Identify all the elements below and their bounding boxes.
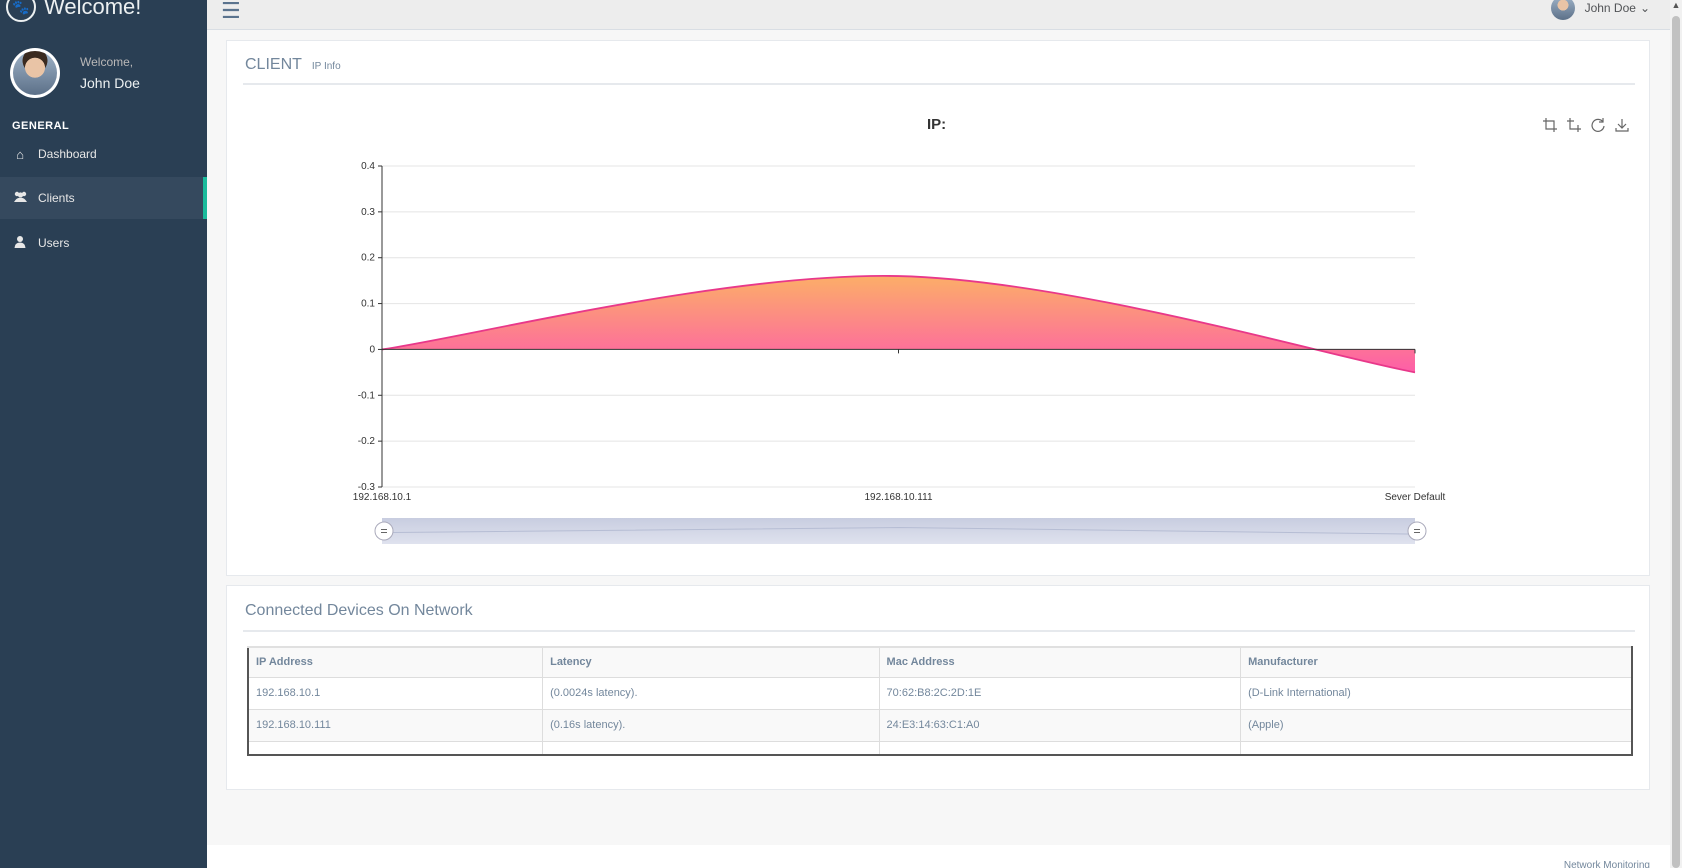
x-tick-label: 192.168.10.111 (864, 492, 932, 503)
user-menu[interactable]: John Doe ⌄ (1550, 0, 1650, 20)
sidebar-item-clients[interactable]: Clients (0, 177, 207, 219)
table-header-row: IP Address Latency Mac Address Manufactu… (247, 646, 1633, 678)
cell-manufacturer: (D-Link International) (1240, 676, 1633, 710)
table-row[interactable]: 192.168.10.1 (0.0024s latency). 70:62:B8… (247, 676, 1633, 710)
zoom-handle (374, 521, 394, 541)
y-tick-label: -0.1 (358, 390, 376, 401)
scrollbar-thumb[interactable] (1672, 16, 1680, 868)
client-panel: CLIENT IP Info IP: 0.4 0.3 0.2 0.1 0 -0.… (226, 40, 1650, 576)
sidebar-item-users[interactable]: Users (0, 222, 207, 264)
profile: Welcome, John Doe (10, 48, 140, 98)
zoom-handle (1407, 521, 1427, 541)
top-navbar: ☰ John Doe ⌄ (207, 0, 1670, 30)
y-tick-label: -0.2 (358, 436, 376, 447)
table-row[interactable]: 192.168.10.111 (0.16s latency). 24:E3:14… (247, 708, 1633, 742)
avatar (10, 48, 60, 98)
footer-text: Network Monitoring (1563, 860, 1650, 868)
section-title: GENERAL (12, 120, 70, 132)
menu-toggle-icon[interactable]: ☰ (221, 0, 241, 24)
sidebar-item-label: Dashboard (38, 147, 97, 161)
table-row-empty (247, 740, 1633, 756)
y-tick-label: 0.1 (361, 299, 375, 310)
panel-title-text: Connected Devices On Network (245, 602, 473, 619)
sidebar-item-label: Clients (38, 191, 75, 205)
cell-latency: (0.16s latency). (542, 708, 880, 742)
sidebar-item-dashboard[interactable]: ⌂ Dashboard (0, 133, 207, 175)
area-chart[interactable]: 0.40.30.20.10-0.1-0.2-0.3192.168.10.1 192… (227, 41, 1651, 577)
column-header-latency[interactable]: Latency (542, 646, 880, 678)
cell-ip: 192.168.10.1 (247, 676, 544, 710)
x-tick-label: Sever Default (1385, 492, 1446, 503)
y-tick-label: 0.3 (361, 207, 375, 218)
x-tick-label: 192.168.10.1 (353, 492, 412, 503)
paw-icon: 🐾 (6, 0, 36, 22)
avatar (1550, 0, 1575, 20)
scrollbar[interactable]: ▲ (1670, 0, 1682, 868)
brand[interactable]: 🐾 Welcome! (6, 0, 141, 22)
cell-latency: (0.0024s latency). (542, 676, 880, 710)
cell-mac: 24:E3:14:63:C1:A0 (878, 708, 1242, 742)
chevron-down-icon: ⌄ (1639, 1, 1650, 15)
profile-name: John Doe (80, 75, 140, 91)
home-icon: ⌂ (16, 146, 24, 162)
sidebar-item-label: Users (38, 236, 70, 250)
brand-title: Welcome! (44, 0, 142, 19)
series-area-fill (382, 275, 1415, 373)
data-zoom-slider[interactable] (374, 518, 1427, 544)
user-menu-name: John Doe (1584, 1, 1636, 15)
panel-title: Connected Devices On Network (245, 602, 473, 620)
user-icon (12, 235, 28, 251)
y-tick-label: 0.2 (361, 253, 375, 264)
column-header-manufacturer[interactable]: Manufacturer (1240, 646, 1633, 678)
welcome-text: Welcome, (80, 55, 134, 69)
column-header-ip[interactable]: IP Address (247, 646, 544, 678)
users-icon (12, 191, 28, 206)
cell-mac: 70:62:B8:2C:2D:1E (878, 676, 1242, 710)
chart-series-area (381, 275, 1416, 374)
scroll-up-icon[interactable]: ▲ (1670, 0, 1682, 14)
cell-manufacturer: (Apple) (1240, 708, 1633, 742)
y-tick-label: 0 (369, 344, 375, 355)
devices-table: IP Address Latency Mac Address Manufactu… (247, 646, 1633, 756)
devices-panel: Connected Devices On Network IP Address … (226, 585, 1650, 790)
y-tick-label: 0.4 (361, 161, 375, 172)
divider (243, 630, 1635, 632)
column-header-mac[interactable]: Mac Address (878, 646, 1242, 678)
cell-ip: 192.168.10.111 (247, 708, 544, 742)
sidebar: 🐾 Welcome! Welcome, John Doe GENERAL ⌂ D… (0, 0, 207, 868)
footer: Network Monitoring (207, 845, 1670, 868)
